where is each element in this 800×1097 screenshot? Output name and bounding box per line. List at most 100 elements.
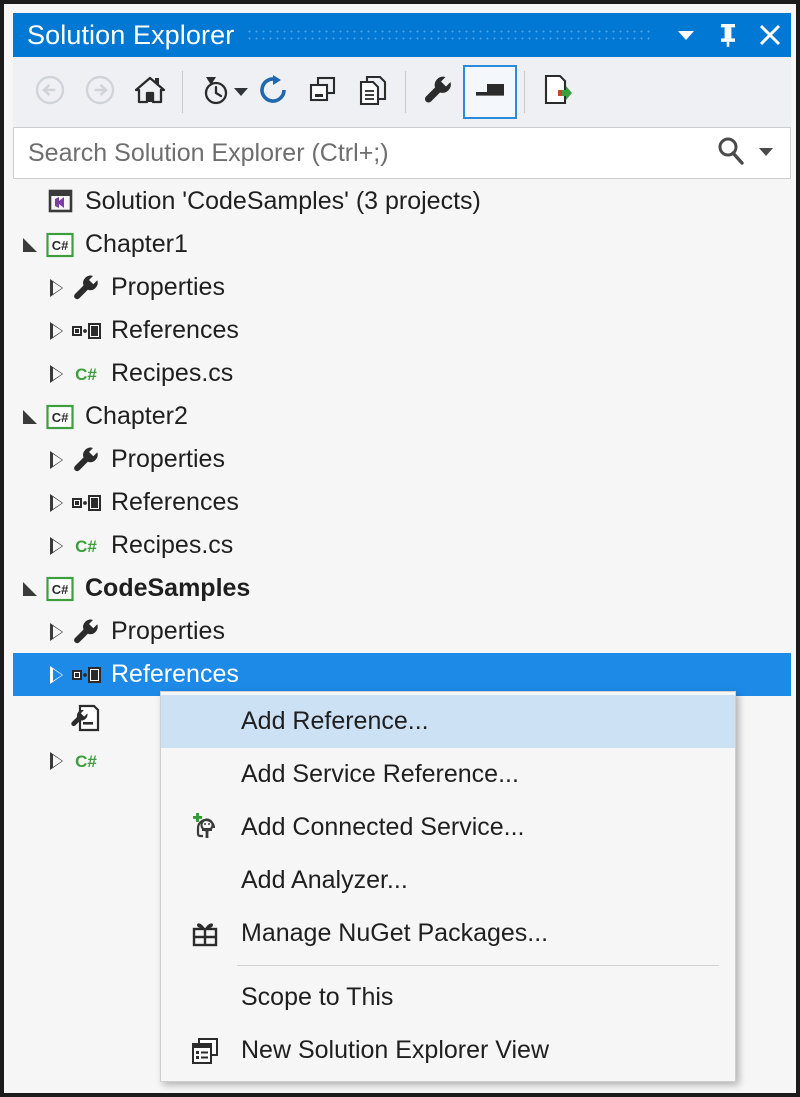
tree-row[interactable]: C# Recipes.cs bbox=[13, 352, 791, 395]
back-arrow-icon bbox=[33, 73, 67, 112]
tree-row[interactable]: Properties bbox=[13, 266, 791, 309]
references-icon bbox=[69, 309, 103, 352]
page-title: Solution Explorer bbox=[27, 19, 235, 50]
tree-row-label: CodeSamples bbox=[85, 574, 251, 602]
tree-row[interactable]: C# Chapter1 bbox=[13, 223, 791, 266]
wrench-icon bbox=[421, 73, 455, 112]
back-button[interactable] bbox=[25, 65, 75, 119]
solution-explorer-window: Solution Explorer Search Solution Explor… bbox=[0, 0, 800, 1097]
chevron-down-icon bbox=[674, 23, 698, 47]
toolbar-separator bbox=[524, 71, 525, 113]
collapse-all-button[interactable] bbox=[298, 65, 348, 119]
preview-window-icon bbox=[473, 73, 507, 112]
csharp-project-icon: C# bbox=[43, 395, 77, 438]
search-bar bbox=[13, 127, 791, 179]
tree-row[interactable]: References bbox=[13, 309, 791, 352]
tree-row-label: Properties bbox=[111, 445, 225, 473]
home-button[interactable] bbox=[125, 65, 175, 119]
wrench-icon bbox=[69, 266, 103, 309]
svg-text:C#: C# bbox=[52, 582, 69, 597]
menu-item-label: Scope to This bbox=[241, 983, 394, 1011]
tree-row-label: Chapter2 bbox=[85, 402, 188, 430]
pending-changes-filter-button[interactable] bbox=[190, 65, 240, 119]
expander-expanded-icon[interactable] bbox=[17, 223, 43, 266]
show-all-files-icon bbox=[356, 73, 390, 112]
window-dropdown-button[interactable] bbox=[665, 13, 707, 57]
drag-grip[interactable] bbox=[246, 26, 653, 44]
menu-item[interactable]: Add Analyzer... bbox=[161, 854, 735, 907]
search-icon[interactable] bbox=[714, 134, 748, 173]
chevron-down-icon[interactable] bbox=[756, 141, 776, 166]
expander-collapsed-icon[interactable] bbox=[43, 481, 69, 524]
refresh-button[interactable] bbox=[248, 65, 298, 119]
svg-text:C#: C# bbox=[52, 238, 69, 253]
search-bar-icons bbox=[714, 134, 790, 173]
tree-row-label: References bbox=[111, 660, 239, 688]
expander-collapsed-icon[interactable] bbox=[43, 524, 69, 567]
collapse-all-icon bbox=[306, 73, 340, 112]
menu-item[interactable]: Scope to This bbox=[161, 971, 735, 1024]
tree-row[interactable]: C# CodeSamples bbox=[13, 567, 791, 610]
tree-row-label: Properties bbox=[111, 273, 225, 301]
menu-item-label: New Solution Explorer View bbox=[241, 1036, 550, 1064]
forward-button[interactable] bbox=[75, 65, 125, 119]
expander-expanded-icon[interactable] bbox=[17, 395, 43, 438]
expander-collapsed-icon[interactable] bbox=[43, 610, 69, 653]
tree-row-label: Properties bbox=[111, 617, 225, 645]
menu-item-label: Manage NuGet Packages... bbox=[241, 919, 549, 947]
close-button[interactable] bbox=[749, 13, 791, 57]
menu-item-label: Add Analyzer... bbox=[241, 866, 408, 894]
tree-row-label: Chapter1 bbox=[85, 230, 188, 258]
csharp-file-icon: C# bbox=[69, 739, 103, 782]
tree-row-label: Recipes.cs bbox=[111, 531, 234, 559]
tree-row-label: References bbox=[111, 316, 239, 344]
menu-icon-placeholder bbox=[169, 971, 241, 1024]
expander-collapsed-icon[interactable] bbox=[43, 438, 69, 481]
svg-text:C#: C# bbox=[52, 410, 69, 425]
tree-row[interactable]: References bbox=[13, 653, 791, 696]
preview-selected-items-button[interactable] bbox=[463, 65, 517, 119]
menu-item[interactable]: Add Reference... bbox=[161, 695, 735, 748]
expander-collapsed-icon[interactable] bbox=[43, 309, 69, 352]
wrench-icon bbox=[69, 438, 103, 481]
tree-row[interactable]: C# Chapter2 bbox=[13, 395, 791, 438]
menu-item[interactable]: Add Service Reference... bbox=[161, 748, 735, 801]
menu-item-label: Add Connected Service... bbox=[241, 813, 525, 841]
csharp-file-icon: C# bbox=[69, 524, 103, 567]
menu-item[interactable]: Add Connected Service... bbox=[161, 801, 735, 854]
toolbar-separator bbox=[182, 71, 183, 113]
expander-expanded-icon[interactable] bbox=[17, 567, 43, 610]
view-code-icon bbox=[540, 73, 574, 112]
title-bar: Solution Explorer bbox=[13, 13, 791, 57]
menu-icon-placeholder bbox=[169, 748, 241, 801]
show-all-files-button[interactable] bbox=[348, 65, 398, 119]
expander-collapsed-icon[interactable] bbox=[43, 739, 69, 782]
pin-button[interactable] bbox=[707, 13, 749, 57]
expander-collapsed-icon[interactable] bbox=[43, 266, 69, 309]
home-icon bbox=[133, 73, 167, 112]
tree-row[interactable]: Properties bbox=[13, 438, 791, 481]
toolbar-separator bbox=[405, 71, 406, 113]
expander-collapsed-icon[interactable] bbox=[43, 653, 69, 696]
search-input[interactable] bbox=[14, 138, 714, 168]
properties-button[interactable] bbox=[413, 65, 463, 119]
menu-item[interactable]: New Solution Explorer View bbox=[161, 1024, 735, 1077]
visual-studio-solution-icon bbox=[43, 180, 77, 223]
view-code-button[interactable] bbox=[532, 65, 582, 119]
tree-row[interactable]: Properties bbox=[13, 610, 791, 653]
tree-row[interactable]: C# Recipes.cs bbox=[13, 524, 791, 567]
clock-filter-icon bbox=[198, 73, 232, 112]
svg-text:C#: C# bbox=[75, 537, 97, 556]
menu-item[interactable]: Manage NuGet Packages... bbox=[161, 907, 735, 960]
tree-row[interactable]: References bbox=[13, 481, 791, 524]
tree-row[interactable]: Solution 'CodeSamples' (3 projects) bbox=[13, 180, 791, 223]
tree-row-label: References bbox=[111, 488, 239, 516]
menu-icon-placeholder bbox=[169, 695, 241, 748]
expander-collapsed-icon[interactable] bbox=[43, 352, 69, 395]
svg-text:C#: C# bbox=[75, 365, 97, 384]
references-icon bbox=[69, 481, 103, 524]
expander-placeholder bbox=[17, 180, 43, 223]
close-icon bbox=[757, 22, 783, 48]
context-menu[interactable]: Add Reference... Add Service Reference...… bbox=[160, 691, 736, 1082]
expander-placeholder bbox=[43, 696, 69, 739]
